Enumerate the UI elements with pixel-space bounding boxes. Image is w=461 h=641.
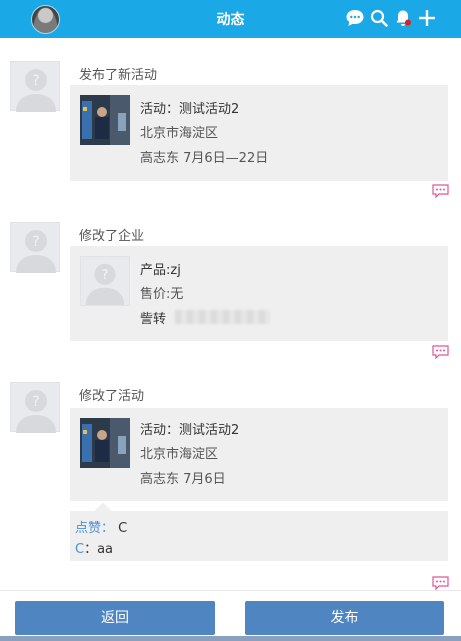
activity-card[interactable]: 活动：测试活动2 北京市海淀区 高志东 7月6日 bbox=[70, 408, 448, 501]
likes-comments-box: 点赞： C C：aa bbox=[70, 502, 448, 561]
feed-item: ? 修改了活动 活动：测试活动2 北京市海淀区 高志东 7月6日 点赞： C C… bbox=[0, 368, 461, 590]
activity-feed[interactable]: ? 发布了新活动 活动：测试活动2 北京市海淀区 高志东 7月6日—22日 ? bbox=[0, 38, 461, 590]
svg-text:?: ? bbox=[32, 394, 39, 410]
activity-photo bbox=[80, 95, 130, 145]
comment-text: aa bbox=[97, 542, 114, 557]
feed-action-text: 修改了企业 bbox=[79, 229, 145, 244]
card-line: 高志东 7月6日—22日 bbox=[140, 151, 269, 166]
card-line: 北京市海淀区 bbox=[140, 447, 219, 462]
activity-photo bbox=[80, 418, 130, 468]
likes-label: 点赞： bbox=[75, 521, 115, 536]
feed-item: ? 发布了新活动 活动：测试活动2 北京市海淀区 高志东 7月6日—22日 bbox=[0, 38, 461, 208]
notification-badge bbox=[405, 19, 411, 26]
window-bottom-edge bbox=[0, 636, 461, 641]
company-card[interactable]: ? 产品:zj 售价:无 訾转 bbox=[70, 246, 448, 341]
user-avatar-placeholder[interactable]: ? bbox=[10, 382, 60, 433]
card-line: 高志东 7月6日 bbox=[140, 472, 226, 487]
comment-icon[interactable] bbox=[432, 184, 449, 198]
user-silhouette-icon: ? bbox=[16, 390, 56, 433]
card-line: 售价:无 bbox=[140, 287, 184, 302]
likes-row: 点赞： C bbox=[75, 517, 127, 536]
back-button[interactable]: 返回 bbox=[15, 601, 215, 635]
activity-card[interactable]: 活动：测试活动2 北京市海淀区 高志东 7月6日—22日 bbox=[70, 85, 448, 181]
feed-action-text: 修改了活动 bbox=[79, 389, 145, 404]
feed-action-text: 发布了新活动 bbox=[79, 68, 158, 83]
search-icon[interactable] bbox=[368, 7, 390, 29]
user-silhouette-icon: ? bbox=[16, 230, 56, 273]
likes-names[interactable]: C bbox=[118, 521, 127, 536]
comment-separator: ： bbox=[84, 542, 98, 557]
chat-icon[interactable] bbox=[344, 7, 366, 29]
product-image-placeholder: ? bbox=[80, 256, 130, 306]
svg-text:?: ? bbox=[32, 234, 39, 250]
blurred-text bbox=[175, 310, 270, 324]
card-line: 北京市海淀区 bbox=[140, 126, 219, 141]
comment-author[interactable]: C bbox=[75, 542, 84, 557]
feed-item: ? 修改了企业 ? 产品:zj 售价:无 訾转 bbox=[0, 208, 461, 368]
top-bar: 动态 bbox=[0, 0, 461, 38]
card-line: 活动：测试活动2 bbox=[140, 423, 240, 438]
card-line: 訾转 bbox=[140, 312, 167, 327]
user-avatar-placeholder[interactable]: ? bbox=[10, 61, 60, 112]
bell-icon[interactable] bbox=[392, 7, 414, 29]
plus-icon[interactable] bbox=[416, 7, 438, 29]
card-line: 活动：测试活动2 bbox=[140, 102, 240, 117]
comment-row: C：aa bbox=[75, 538, 113, 557]
comment-icon[interactable] bbox=[432, 345, 449, 359]
publish-button[interactable]: 发布 bbox=[245, 601, 444, 635]
bottom-action-bar: 返回 发布 bbox=[0, 590, 461, 641]
comment-icon[interactable] bbox=[432, 576, 449, 590]
svg-text:?: ? bbox=[32, 73, 39, 89]
card-line: 产品:zj bbox=[140, 263, 181, 278]
svg-text:?: ? bbox=[101, 268, 108, 283]
user-avatar-placeholder[interactable]: ? bbox=[10, 222, 60, 273]
user-silhouette-icon: ? bbox=[85, 263, 125, 305]
user-silhouette-icon: ? bbox=[16, 69, 56, 112]
